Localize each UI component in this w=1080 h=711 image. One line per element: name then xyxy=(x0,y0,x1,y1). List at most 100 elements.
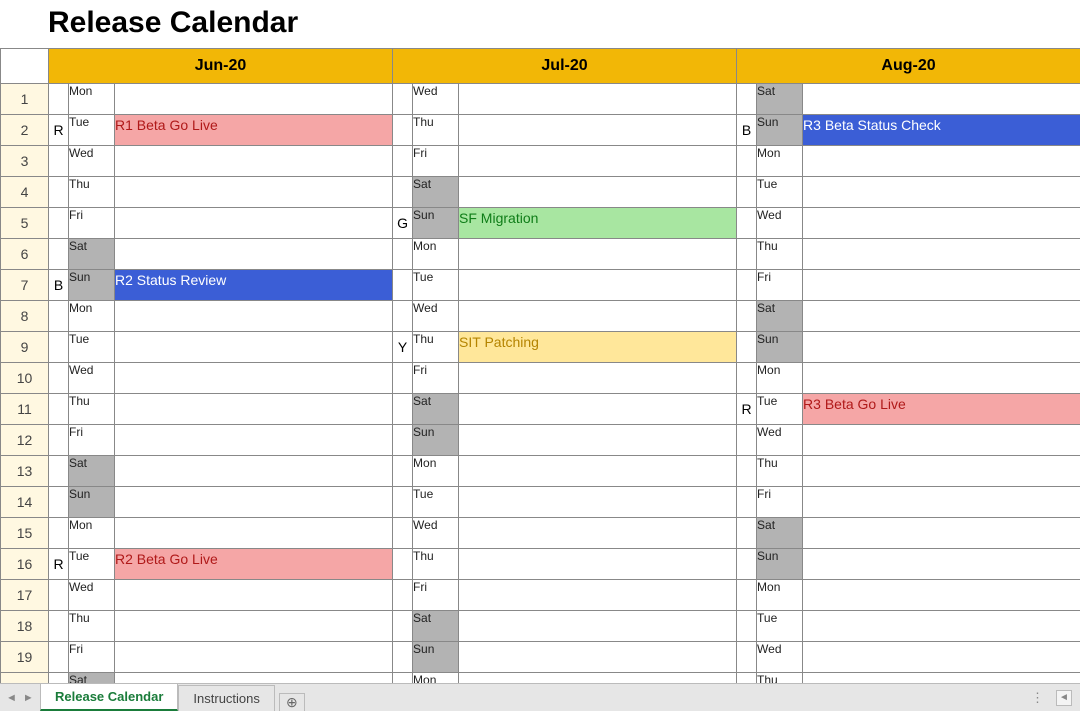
day-of-week[interactable]: Mon xyxy=(69,518,115,549)
event-code[interactable] xyxy=(737,487,757,518)
event-cell[interactable] xyxy=(115,580,393,611)
day-of-week[interactable]: Thu xyxy=(757,673,803,684)
day-of-week[interactable]: Sun xyxy=(757,115,803,146)
event-code[interactable]: Y xyxy=(393,332,413,363)
event-cell[interactable] xyxy=(803,84,1080,115)
event-code[interactable] xyxy=(393,84,413,115)
event-code[interactable]: G xyxy=(393,208,413,239)
sheet-tab-release-calendar[interactable]: Release Calendar xyxy=(40,683,178,711)
event-code[interactable] xyxy=(393,549,413,580)
day-of-week[interactable]: Wed xyxy=(69,363,115,394)
event-cell[interactable] xyxy=(459,425,737,456)
day-of-week[interactable]: Sat xyxy=(757,84,803,115)
event-code[interactable]: R xyxy=(49,549,69,580)
day-of-week[interactable]: Sat xyxy=(69,673,115,684)
event-cell[interactable] xyxy=(115,611,393,642)
event-cell[interactable] xyxy=(115,146,393,177)
tab-scroll-arrows[interactable]: ◄ ► xyxy=(6,684,34,711)
event-cell[interactable] xyxy=(115,394,393,425)
event-cell[interactable] xyxy=(459,394,737,425)
day-of-week[interactable]: Sat xyxy=(69,239,115,270)
event-code[interactable] xyxy=(393,177,413,208)
event-cell[interactable] xyxy=(803,146,1080,177)
tab-options-icon[interactable]: ⋮ xyxy=(1031,690,1046,706)
event-code[interactable]: B xyxy=(737,115,757,146)
day-of-week[interactable]: Thu xyxy=(413,332,459,363)
event-cell[interactable] xyxy=(115,84,393,115)
day-of-week[interactable]: Tue xyxy=(413,270,459,301)
event-code[interactable] xyxy=(393,115,413,146)
event-code[interactable] xyxy=(737,673,757,684)
event-cell[interactable] xyxy=(803,270,1080,301)
event-cell[interactable] xyxy=(115,456,393,487)
event-code[interactable] xyxy=(49,84,69,115)
event-cell[interactable]: SF Migration xyxy=(459,208,737,239)
event-code[interactable] xyxy=(393,239,413,270)
day-of-week[interactable]: Tue xyxy=(413,487,459,518)
day-of-week[interactable]: Fri xyxy=(69,642,115,673)
event-code[interactable]: B xyxy=(49,270,69,301)
event-code[interactable] xyxy=(49,673,69,684)
event-cell[interactable] xyxy=(459,363,737,394)
horizontal-scroll-left[interactable]: ◄ xyxy=(1056,690,1072,706)
event-cell[interactable] xyxy=(115,177,393,208)
event-cell[interactable] xyxy=(459,456,737,487)
event-cell[interactable] xyxy=(459,301,737,332)
day-of-week[interactable]: Tue xyxy=(69,549,115,580)
event-code[interactable] xyxy=(393,146,413,177)
day-of-week[interactable]: Tue xyxy=(69,332,115,363)
event-cell[interactable] xyxy=(115,518,393,549)
event-code[interactable] xyxy=(393,425,413,456)
day-of-week[interactable]: Sun xyxy=(757,332,803,363)
event-cell[interactable] xyxy=(803,332,1080,363)
event-code[interactable] xyxy=(393,394,413,425)
day-of-week[interactable]: Thu xyxy=(757,456,803,487)
event-cell[interactable]: R3 Beta Go Live xyxy=(803,394,1080,425)
day-of-week[interactable]: Fri xyxy=(413,363,459,394)
event-code[interactable] xyxy=(49,487,69,518)
event-cell[interactable]: SIT Patching xyxy=(459,332,737,363)
event-cell[interactable] xyxy=(803,549,1080,580)
event-code[interactable] xyxy=(737,580,757,611)
event-code[interactable] xyxy=(49,580,69,611)
day-of-week[interactable]: Fri xyxy=(69,208,115,239)
event-code[interactable] xyxy=(393,456,413,487)
event-code[interactable] xyxy=(49,177,69,208)
event-code[interactable] xyxy=(393,518,413,549)
event-cell[interactable] xyxy=(459,580,737,611)
event-cell[interactable] xyxy=(803,208,1080,239)
day-of-week[interactable]: Sun xyxy=(757,549,803,580)
event-code[interactable] xyxy=(393,642,413,673)
event-cell[interactable] xyxy=(803,518,1080,549)
event-cell[interactable] xyxy=(115,301,393,332)
event-code[interactable] xyxy=(737,642,757,673)
event-cell[interactable] xyxy=(115,425,393,456)
day-of-week[interactable]: Sat xyxy=(757,301,803,332)
event-code[interactable]: R xyxy=(49,115,69,146)
day-of-week[interactable]: Sat xyxy=(413,177,459,208)
event-code[interactable]: R xyxy=(737,394,757,425)
event-cell[interactable] xyxy=(115,239,393,270)
event-cell[interactable] xyxy=(803,363,1080,394)
event-code[interactable] xyxy=(737,518,757,549)
event-code[interactable] xyxy=(393,270,413,301)
day-of-week[interactable]: Thu xyxy=(69,394,115,425)
event-cell[interactable]: R1 Beta Go Live xyxy=(115,115,393,146)
day-of-week[interactable]: Wed xyxy=(69,146,115,177)
event-code[interactable] xyxy=(49,239,69,270)
event-cell[interactable] xyxy=(459,487,737,518)
day-of-week[interactable]: Wed xyxy=(413,84,459,115)
event-cell[interactable] xyxy=(459,549,737,580)
day-of-week[interactable]: Wed xyxy=(757,642,803,673)
day-of-week[interactable]: Wed xyxy=(413,301,459,332)
day-of-week[interactable]: Thu xyxy=(69,177,115,208)
day-of-week[interactable]: Sat xyxy=(757,518,803,549)
event-cell[interactable] xyxy=(803,456,1080,487)
event-code[interactable] xyxy=(393,301,413,332)
event-code[interactable] xyxy=(393,363,413,394)
event-code[interactable] xyxy=(393,487,413,518)
event-code[interactable] xyxy=(737,363,757,394)
event-cell[interactable]: R3 Beta Status Check xyxy=(803,115,1080,146)
day-of-week[interactable]: Mon xyxy=(413,239,459,270)
event-cell[interactable] xyxy=(115,208,393,239)
